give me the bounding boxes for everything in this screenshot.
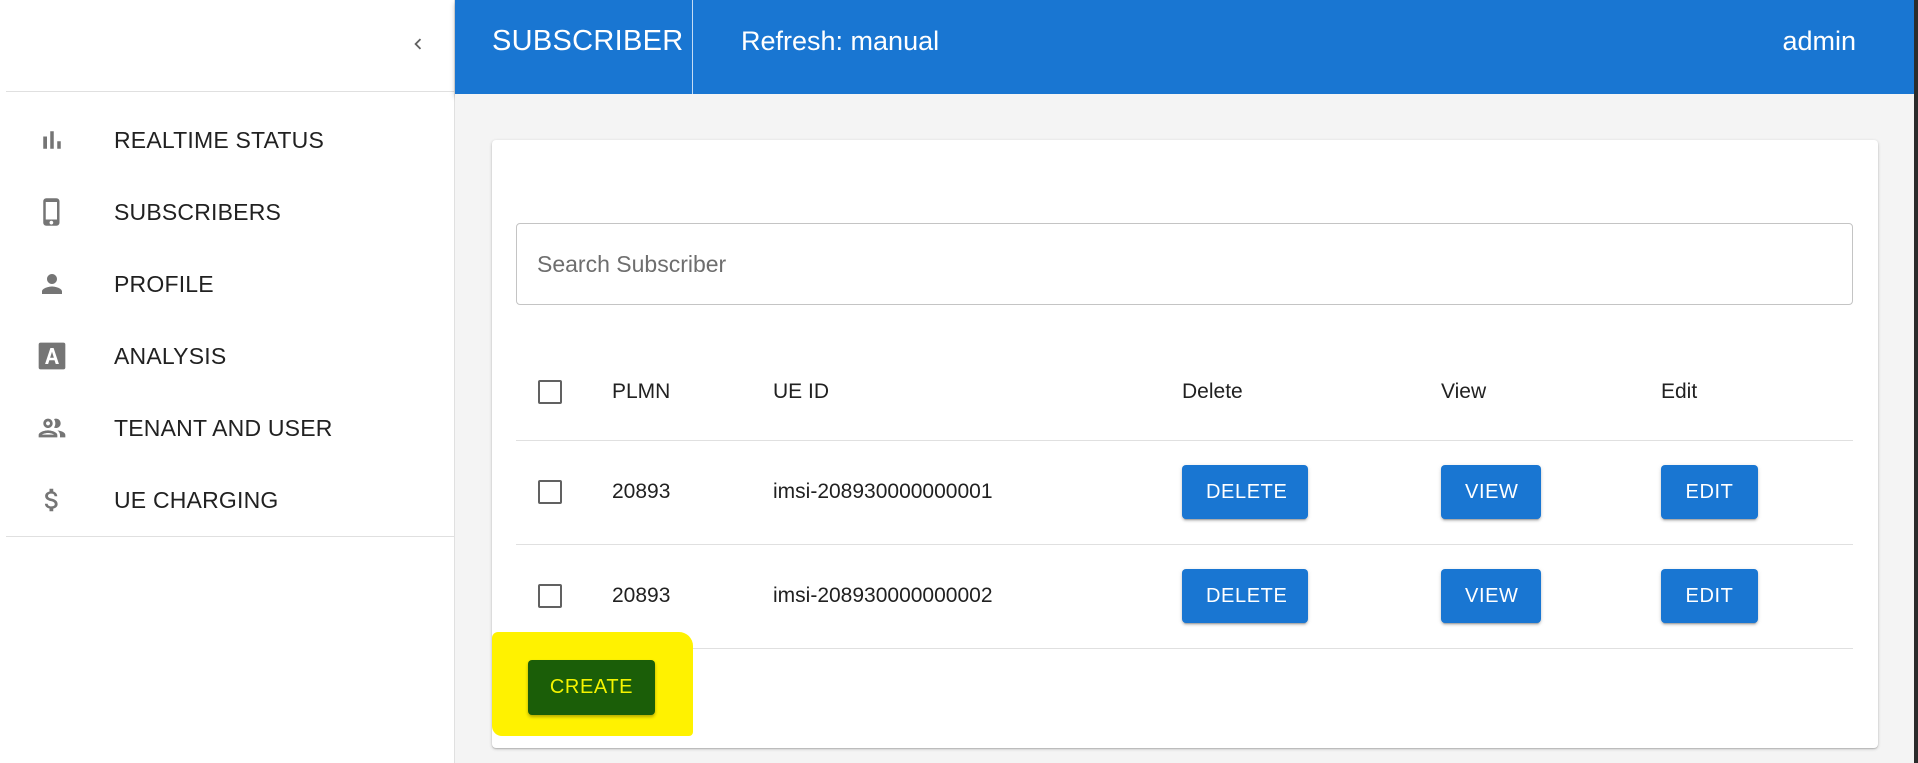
subscriber-card: PLMN UE ID Delete View Edit 20893 imsi-2… [492,140,1878,748]
table-row: 20893 imsi-208930000000002 DELETE VIEW E… [516,544,1853,649]
sidebar-item-analysis[interactable]: ANALYSIS [6,320,454,392]
ue-id-cell: imsi-208930000000001 [773,480,993,503]
nav-list: REALTIME STATUS SUBSCRIBERS PROFILE ANAL… [6,92,454,537]
sidebar-item-label: UE CHARGING [114,486,279,513]
user-menu[interactable]: admin [1782,26,1856,57]
sidebar-header [6,0,454,92]
sidebar-item-label: SUBSCRIBERS [114,198,282,225]
window-edge [1914,0,1918,763]
dollar-icon [28,464,76,536]
people-icon [28,392,76,464]
column-header-plmn: PLMN [612,379,671,403]
page-title: SUBSCRIBER [492,25,684,57]
column-header-edit: Edit [1661,379,1698,403]
edit-button[interactable]: EDIT [1661,569,1758,623]
sidebar-item-realtime-status[interactable]: REALTIME STATUS [6,104,454,176]
sidebar-item-label: TENANT AND USER [114,414,333,441]
sidebar-item-tenant-and-user[interactable]: TENANT AND USER [6,392,454,464]
sidebar: REALTIME STATUS SUBSCRIBERS PROFILE ANAL… [6,0,455,763]
plmn-cell: 20893 [612,480,671,503]
sidebar-item-label: PROFILE [114,270,214,297]
table-row: 20893 imsi-208930000000001 DELETE VIEW E… [516,440,1853,545]
delete-button[interactable]: DELETE [1182,465,1308,519]
bar-chart-icon [28,104,76,176]
column-header-ue-id: UE ID [773,379,830,403]
sidebar-item-label: ANALYSIS [114,342,227,369]
column-header-delete: Delete [1182,379,1243,403]
collapse-sidebar-button[interactable] [398,24,438,64]
table-header: PLMN UE ID Delete View Edit [516,343,1853,441]
row-checkbox[interactable] [538,584,562,608]
row-checkbox[interactable] [538,480,562,504]
sidebar-item-label: REALTIME STATUS [114,126,325,153]
column-header-view: View [1441,379,1487,403]
sidebar-item-ue-charging[interactable]: UE CHARGING [6,464,454,536]
sidebar-item-subscribers[interactable]: SUBSCRIBERS [6,176,454,248]
letter-a-icon [28,320,76,392]
app-bar: SUBSCRIBER Refresh: manual admin [455,0,1914,94]
edit-button[interactable]: EDIT [1661,465,1758,519]
create-button[interactable]: CREATE [528,660,655,715]
view-button[interactable]: VIEW [1441,465,1541,519]
phone-icon [28,176,76,248]
search-input[interactable] [516,223,1853,305]
app-bar-divider [692,0,693,94]
delete-button[interactable]: DELETE [1182,569,1308,623]
ue-id-cell: imsi-208930000000002 [773,584,993,607]
view-button[interactable]: VIEW [1441,569,1541,623]
select-all-checkbox[interactable] [538,379,562,404]
refresh-selector[interactable]: Refresh: manual [741,26,939,57]
person-icon [28,248,76,320]
chevron-left-icon [414,38,422,50]
sidebar-item-profile[interactable]: PROFILE [6,248,454,320]
